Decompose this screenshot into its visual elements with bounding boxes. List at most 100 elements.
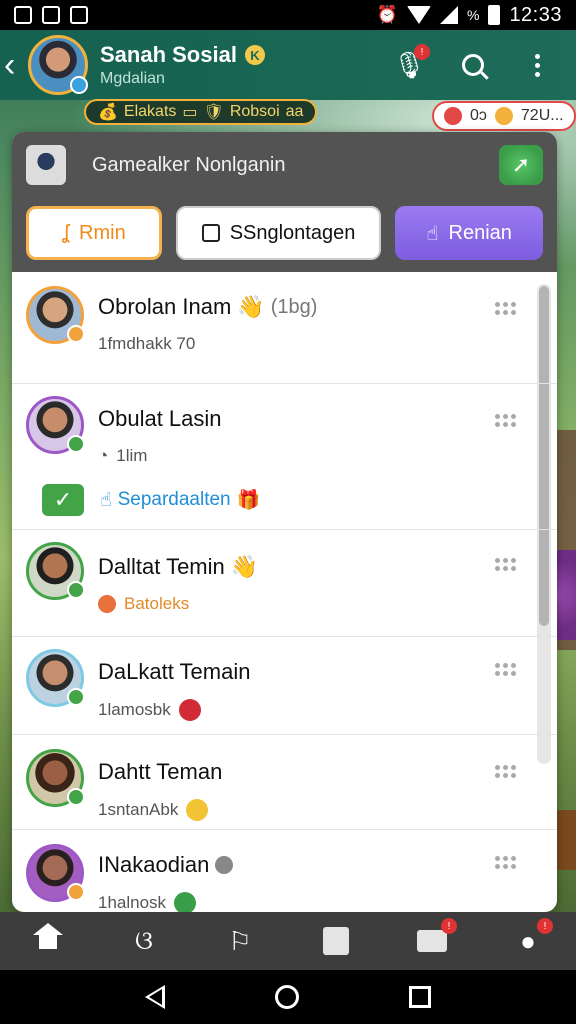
clock: 12:33 [509,3,562,26]
more-icon[interactable] [495,856,519,869]
game-chip-extra: Robsoi [229,103,280,120]
profile-avatar[interactable] [28,35,88,95]
renian-button[interactable]: ☝ Renian [395,206,543,260]
chat-name: Obrolan Inam [98,294,232,319]
clock-icon: ◔ [98,446,109,465]
game-chip-label: Elakats [123,103,177,120]
avatar[interactable] [26,286,85,344]
game-chip[interactable]: 💰 Elakats ▭ 🛡 Robsoi aa [84,99,318,125]
notification-badge: ! [414,44,430,60]
kebab-menu-icon [534,53,540,77]
accept-button[interactable]: ✓ [42,484,84,516]
game-thumbnail[interactable] [26,145,66,185]
mail-icon [417,930,447,952]
stats-b: 72U... [520,107,564,124]
notification-badge: ! [537,918,553,934]
profile-name: Sanah Sosial [100,42,237,67]
chat-name: Obulat Lasin [98,406,222,431]
rain-button-label: Rmin [79,221,126,244]
chat-subtitle: 1lim [116,446,148,465]
chat-name: DaLkatt Temain [98,659,251,684]
status-icon [67,883,85,901]
avatar[interactable] [26,649,85,707]
recents-icon[interactable] [409,986,431,1008]
renian-button-label: Renian [448,221,512,244]
send-icon: ➚ [511,152,531,177]
coins-icon: 💰 [98,104,118,121]
chat-extra: (1bg) [270,295,318,318]
chat-row[interactable]: INakaodian 1halnosk [12,830,557,912]
gift-icon: 🎁 [236,490,261,511]
chat-subtitle: 1fmdhakk 70 [98,334,196,353]
thumb-icon: ☝ [426,222,439,245]
avatar[interactable] [26,844,85,902]
chat-list[interactable]: Obrolan Inam 👋 (1bg) 1fmdhakk 70 Obulat … [12,272,557,912]
wifi-icon [406,6,431,24]
friends-icon [494,107,513,125]
back-arrow-icon[interactable]: ‹ [4,48,26,82]
nav-activity[interactable]: ⚐ [223,924,257,958]
game-chip-tail: aa [285,103,304,120]
chat-row[interactable]: Obulat Lasin ◔ 1lim ✓ ☝ Separdaalten 🎁 [12,384,557,530]
chat-subtitle: 1halnosk [98,893,167,912]
image-icon [70,6,88,24]
chat-row[interactable]: DaLkatt Temain 1lamosbk [12,637,557,735]
online-status-icon [70,76,88,94]
alarm-icon: ⏰ [376,5,398,24]
profile-subtitle: Mgdalian [100,70,165,87]
avatar[interactable] [26,396,85,454]
chat-row[interactable]: Dalltat Temin 👋 Batoleks [12,530,557,637]
status-icon [67,435,85,453]
fire-icon [98,595,116,613]
panel-header: Gamealker Nonlganin ➚ ʆ Rmin SSnglontage… [12,132,557,272]
voice-chat-button[interactable]: 🎙 ! [393,44,430,80]
verified-badge-icon: K [244,45,265,65]
single-button[interactable]: SSnglontagen [175,206,382,260]
battery-percent: % [466,7,480,23]
flame-icon: ʆ [62,221,70,244]
more-options-button[interactable] [522,50,552,80]
chat-bubble-icon: ● [520,925,536,956]
notification-icon [14,6,32,24]
chat-panel: Gamealker Nonlganin ➚ ʆ Rmin SSnglontage… [12,132,557,912]
shield-icon: 🛡 [203,104,224,121]
search-button[interactable] [458,50,488,80]
rain-button[interactable]: ʆ Rmin [26,206,162,260]
nav-notes[interactable] [319,924,353,958]
chat-name: Dalltat Temin [98,554,225,579]
home-button-icon[interactable] [275,985,299,1009]
launch-game-button[interactable]: ➚ [499,145,543,185]
profile-info[interactable]: Sanah Sosial K Mgdalian [100,42,265,88]
status-icon [67,325,85,343]
more-icon[interactable] [495,414,519,427]
chat-row[interactable]: Dahtt Teman 1sntanAbk [12,735,557,830]
avatar[interactable] [26,542,85,600]
chat-row[interactable]: Obrolan Inam 👋 (1bg) 1fmdhakk 70 [12,272,557,384]
check-icon: ✓ [53,487,73,512]
notification-badge: ! [441,918,457,934]
signal-icon [439,6,458,24]
nav-friends[interactable]: ଓ [127,924,161,958]
status-icon [67,581,85,599]
search-icon [462,54,484,76]
avatar[interactable] [26,749,85,807]
more-icon[interactable] [495,663,519,676]
notes-icon [323,927,349,955]
battery-icon [488,5,501,25]
separate-link[interactable]: ☝ Separdaalten 🎁 [100,488,260,512]
more-icon[interactable] [495,302,519,315]
nav-inbox[interactable]: ! [415,918,457,958]
more-icon[interactable] [495,765,519,778]
square-icon [201,224,220,242]
stats-chip[interactable]: 0ɔ 72U... [432,101,576,131]
controller-icon: ▭ [182,104,198,121]
back-icon[interactable] [145,985,165,1009]
nav-home[interactable] [31,923,65,958]
wave-icon: 👋 [237,294,265,319]
app-header: ‹ Sanah Sosial K Mgdalian 🎙 ! [0,30,576,100]
friends-icon: ଓ [135,925,153,955]
nav-alerts[interactable]: ● ! [511,918,553,958]
status-icon [67,688,85,706]
more-icon[interactable] [495,558,519,571]
single-button-label: SSnglontagen [229,221,356,244]
